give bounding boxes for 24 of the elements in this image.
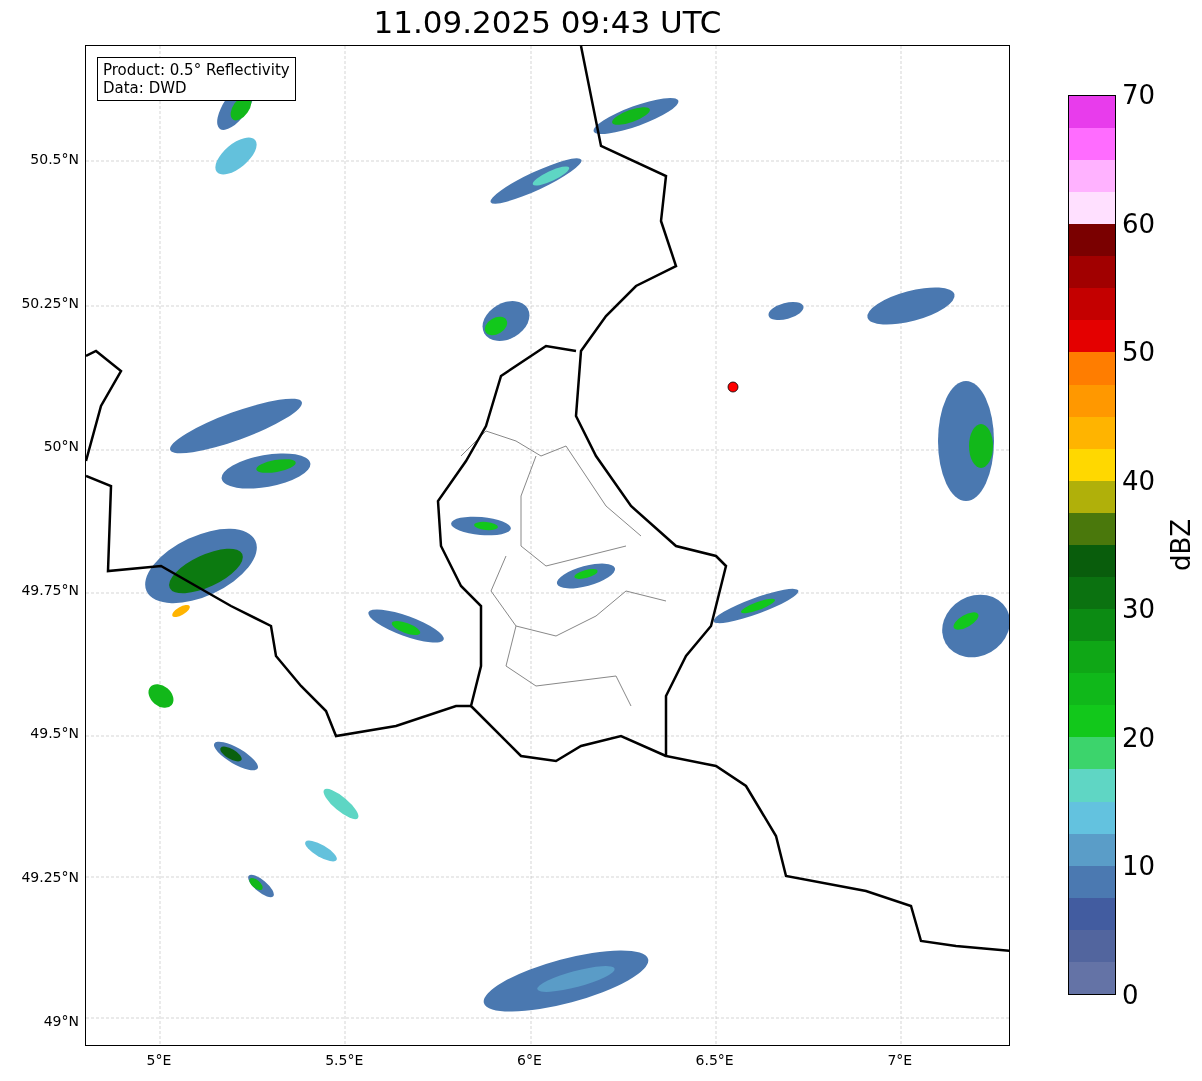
colorbar-tick-label: 30 (1122, 594, 1156, 625)
latitude-label: 49°N (43, 1012, 79, 1029)
colorbar-tick-label: 0 (1122, 980, 1139, 1010)
longitude-label: 5°E (146, 1052, 172, 1068)
info-text: Product: 0.5° Reflectivity (103, 61, 290, 79)
latitude-label: 50°N (43, 438, 79, 455)
latitude-label: 50.25°N (21, 294, 79, 311)
latitude-label: 49.75°N (21, 581, 79, 598)
longitude-label: 6.5°E (695, 1052, 734, 1068)
chart-title: 11.09.2025 09:43 UTC (373, 7, 722, 38)
colorbar-tick-label: 60 (1122, 208, 1156, 239)
longitude-label: 5.5°E (325, 1052, 364, 1068)
colorbar-tick-label: 10 (1122, 851, 1156, 882)
latitude-label: 49.5°N (30, 725, 79, 742)
colorbar-label: dBZ (1166, 518, 1196, 572)
longitude-label: 7°E (887, 1052, 913, 1068)
longitude-label: 6°E (517, 1052, 542, 1068)
colorbar-tick-label: 40 (1122, 465, 1156, 496)
colorbar-tick-label: 70 (1122, 80, 1156, 110)
colorbar-tick-label: 20 (1122, 722, 1156, 753)
latitude-label: 49.25°N (21, 869, 79, 885)
latitude-label: 50.5°N (30, 151, 79, 167)
colorbar-tick-label: 50 (1122, 337, 1156, 368)
info-text: Data: DWD (103, 79, 188, 97)
